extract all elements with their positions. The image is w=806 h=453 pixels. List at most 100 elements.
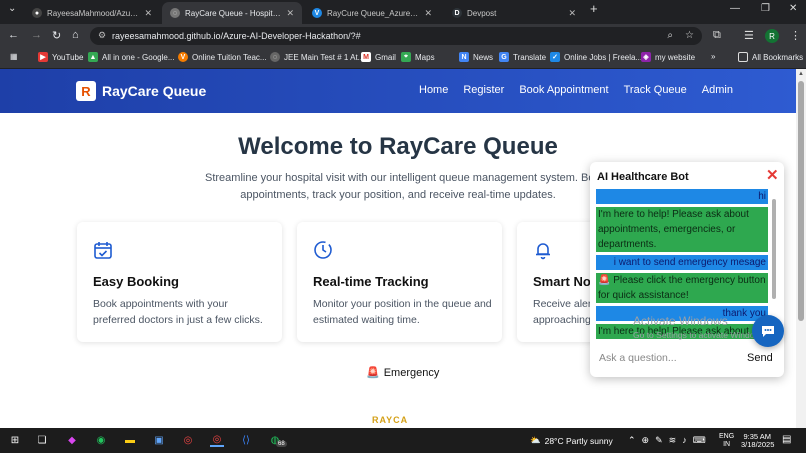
chrome-icon[interactable]: ◎ [181,433,195,447]
close-tab-icon[interactable]: ✕ [144,8,152,19]
hero-subtitle: Streamline your hospital visit with our … [205,172,607,201]
chatbot-title: AI Healthcare Bot [597,171,689,183]
partly-sunny-icon: ⛅ [530,435,541,445]
restore-icon[interactable]: ❐ [761,3,770,14]
chrome-profile-icon[interactable]: ◎ [210,433,224,447]
siren-icon: 🚨 [598,275,611,286]
chat-message-user: hi [596,189,768,204]
nav-home[interactable]: Home [419,84,448,96]
more-menu-icon[interactable]: ⋮ [790,29,801,42]
globe-icon: ◌ [170,8,180,18]
bookmark-news[interactable]: N News [459,52,493,62]
close-tab-icon[interactable]: ✕ [424,8,432,19]
bookmark-maps[interactable]: ⌖ Maps [401,52,435,62]
chevron-up-icon[interactable]: ⌃ [628,435,636,446]
site-info-icon[interactable]: ⚙ [98,30,106,41]
tuition-icon: V [178,52,188,62]
reload-icon[interactable]: ↻ [52,29,61,42]
send-button[interactable]: Send [747,352,773,364]
youtube-icon: ▶ [38,52,48,62]
bookmark-jee[interactable]: ◌ JEE Main Test # 1 At... [270,52,364,62]
meet-icon[interactable]: ⊕ [642,435,650,446]
card-description: Receive aler approaching [533,298,592,326]
profile-avatar[interactable]: R [765,29,779,43]
pen-icon[interactable]: ✎ [655,435,663,446]
siren-icon: 🚨 [366,367,380,379]
close-window-icon[interactable]: ✕ [789,3,797,14]
chat-bubble-icon [762,326,774,337]
copilot-icon[interactable]: ◆ [65,433,79,447]
bookmark-online-jobs[interactable]: ✓ Online Jobs | Freela... [550,52,642,62]
tab-devpost[interactable]: D Devpost ✕ [444,2,584,24]
news-icon: N [459,52,469,62]
gmail-icon: M [361,52,371,62]
all-bookmarks[interactable]: All Bookmarks [738,52,803,62]
forward-icon[interactable]: → [31,29,42,41]
home-icon[interactable]: ⌂ [72,29,79,41]
chatbot-panel: AI Healthcare Bot ✕ hi I'm here to help!… [590,162,784,377]
reading-list-icon[interactable]: ☰ [744,29,754,42]
tab-vscode[interactable]: V RayCure Queue_Azure-AI-Deve ✕ [304,2,440,24]
bookmarks-bar: ▦ ▶ YouTube ▲ All in one - Google... V Onli… [0,48,806,69]
address-bar[interactable]: ⚙ rayeesamahmood.github.io/Azure-AI-Deve… [90,27,702,45]
raycare-logo-icon[interactable]: R [76,81,96,101]
chat-input[interactable]: Ask a question... [599,352,677,364]
devpost-icon: D [452,8,462,18]
chat-toggle-button[interactable] [752,315,784,347]
task-view-icon[interactable]: ❏ [35,433,49,447]
vscode-taskbar-icon[interactable]: ⟨⟩ [239,433,253,447]
clock[interactable]: 9:35 AM 3/18/2025 [741,433,774,449]
minimize-icon[interactable]: — [730,3,740,14]
windows-start-icon[interactable]: ⊞ [8,433,22,447]
close-tab-icon[interactable]: ✕ [568,8,576,19]
language-indicator[interactable]: ENG IN [719,433,734,449]
card-title: Easy Booking [93,274,179,289]
feature-card-booking: Easy Booking Book appointments with your… [77,222,282,342]
tab-github[interactable]: ● RayeesaMahmood/Azure-AI-De ✕ [24,2,160,24]
github-icon: ● [32,8,42,18]
store-icon[interactable]: ▣ [152,433,166,447]
close-icon[interactable]: ✕ [766,168,779,183]
nav-admin[interactable]: Admin [702,84,733,96]
scroll-thumb[interactable] [798,81,804,321]
bookmark-tuition[interactable]: V Online Tuition Teac... [178,52,267,62]
tab-label: RayCure Queue_Azure-AI-Deve [327,8,420,18]
extensions-icon[interactable]: ⧉ [713,29,721,42]
emergency-button[interactable]: 🚨 Emergency [366,366,439,380]
tab-raycare[interactable]: ◌ RayCare Queue - Hospital Qu ✕ [162,2,302,24]
zoom-icon[interactable]: ⌕ [667,30,673,41]
volume-icon[interactable]: ♪ [682,435,687,446]
nav-register[interactable]: Register [463,84,504,96]
keyboard-icon[interactable]: ⌨ [693,435,706,446]
new-tab-icon[interactable]: + [590,1,598,16]
bookmark-google-drive[interactable]: ▲ All in one - Google... [88,52,174,62]
bookmark-my-website[interactable]: ◈ my website [641,52,695,62]
bookmark-gmail[interactable]: M Gmail [361,52,396,62]
footer-logo-partial: RAYCA [372,415,409,425]
back-icon[interactable]: ← [8,29,19,41]
page-scrollbar[interactable]: ▲ [796,69,806,428]
card-description: Monitor your position in the queue and e… [313,298,492,326]
scroll-up-icon[interactable]: ▲ [798,71,804,77]
windows-taskbar: ⊞ ❏ ◆ ◉ ▬ ▣ ◎ ◎ ⟨⟩ ◍ 68 ⛅ 28°C Partly su… [0,428,806,453]
translate-icon: G [499,52,509,62]
notification-icon[interactable]: ▤ [782,434,791,445]
bookmark-translate[interactable]: G Translate [499,52,546,62]
file-explorer-icon[interactable]: ▬ [123,433,137,447]
tab-search-icon[interactable]: ⌄ [8,3,16,14]
bookmark-star-icon[interactable]: ☆ [685,30,694,41]
nav-track-queue[interactable]: Track Queue [624,84,687,96]
more-bookmarks-icon[interactable]: » [711,52,715,61]
edge-icon[interactable]: ◉ [94,433,108,447]
tab-label: RayeesaMahmood/Azure-AI-De [47,8,139,18]
brand-name[interactable]: RayCare Queue [102,83,206,99]
apps-icon[interactable]: ▦ [10,52,18,61]
wifi-icon[interactable]: ≋ [669,435,677,446]
close-tab-icon[interactable]: ✕ [286,8,294,19]
nav-book-appointment[interactable]: Book Appointment [519,84,608,96]
feature-card-notifications: Smart No Receive aler approaching [517,222,597,342]
url-text: rayeesamahmood.github.io/Azure-AI-Develo… [112,31,361,41]
system-tray: ⌃ ⊕ ✎ ≋ ♪ ⌨ [628,435,706,446]
weather-widget[interactable]: ⛅ 28°C Partly sunny [530,435,613,446]
bookmark-youtube[interactable]: ▶ YouTube [38,52,83,62]
